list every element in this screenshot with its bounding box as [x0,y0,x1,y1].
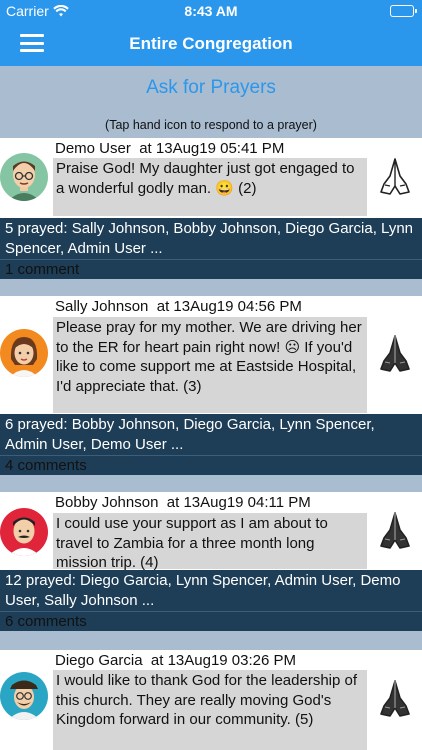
comments-link[interactable]: 4 comments [0,455,422,475]
prayed-by-list[interactable]: 12 prayed: Diego Garcia, Lynn Spencer, A… [0,570,422,611]
prayer-post: Sally Johnson at 13Aug19 04:56 PM Please… [0,296,422,475]
post-header: Bobby Johnson at 13Aug19 04:11 PM [55,494,311,511]
prayer-post: Demo User at 13Aug19 05:41 PM Praise God… [0,138,422,279]
author-name: Diego Garcia [55,652,143,669]
post-header: Sally Johnson at 13Aug19 04:56 PM [55,298,302,315]
clock: 8:43 AM [184,3,238,19]
prayer-post: Diego Garcia at 13Aug19 03:26 PM I would… [0,650,422,750]
status-bar: Carrier 8:43 AM [0,0,422,22]
post-header: Diego Garcia at 13Aug19 03:26 PM [55,652,296,669]
post-header: Demo User at 13Aug19 05:41 PM [55,140,284,157]
navigation-bar: Entire Congregation [0,22,422,66]
man-hat-avatar-icon [0,672,48,720]
prayer-message: Please pray for my mother. We are drivin… [53,317,367,413]
prayer-post: Bobby Johnson at 13Aug19 04:11 PM I coul… [0,492,422,631]
page-title: Entire Congregation [129,34,293,53]
comments-link[interactable]: 1 comment [0,259,422,279]
praying-hands-filled-icon[interactable] [378,678,412,718]
post-timestamp: at 13Aug19 05:41 PM [139,140,285,157]
author-name: Bobby Johnson [55,494,159,511]
praying-hands-filled-icon[interactable] [378,333,412,373]
comments-link[interactable]: 6 comments [0,611,422,631]
praying-hands-outline-icon[interactable] [378,156,412,196]
instruction-text: (Tap hand icon to respond to a prayer) [105,118,317,132]
ask-for-prayers-button[interactable]: Ask for Prayers [0,77,422,99]
man-glasses-avatar-icon [0,153,48,201]
prayer-message: I would like to thank God for the leader… [53,670,367,750]
prayed-by-list[interactable]: 6 prayed: Bobby Johnson, Diego Garcia, L… [0,414,422,455]
battery-icon [390,5,417,17]
author-name: Demo User [55,140,131,157]
prayed-by-list[interactable]: 5 prayed: Sally Johnson, Bobby Johnson, … [0,218,422,259]
post-timestamp: at 13Aug19 04:11 PM [166,494,311,511]
man-mustache-avatar-icon [0,508,48,556]
prayer-message: Praise God! My daughter just got engaged… [53,158,367,216]
praying-hands-filled-icon[interactable] [378,510,412,550]
woman-avatar-icon [0,329,48,377]
author-name: Sally Johnson [55,298,149,315]
prayer-message: I could use your support as I am about t… [53,513,367,571]
post-timestamp: at 13Aug19 04:56 PM [156,298,302,315]
post-timestamp: at 13Aug19 03:26 PM [150,652,296,669]
